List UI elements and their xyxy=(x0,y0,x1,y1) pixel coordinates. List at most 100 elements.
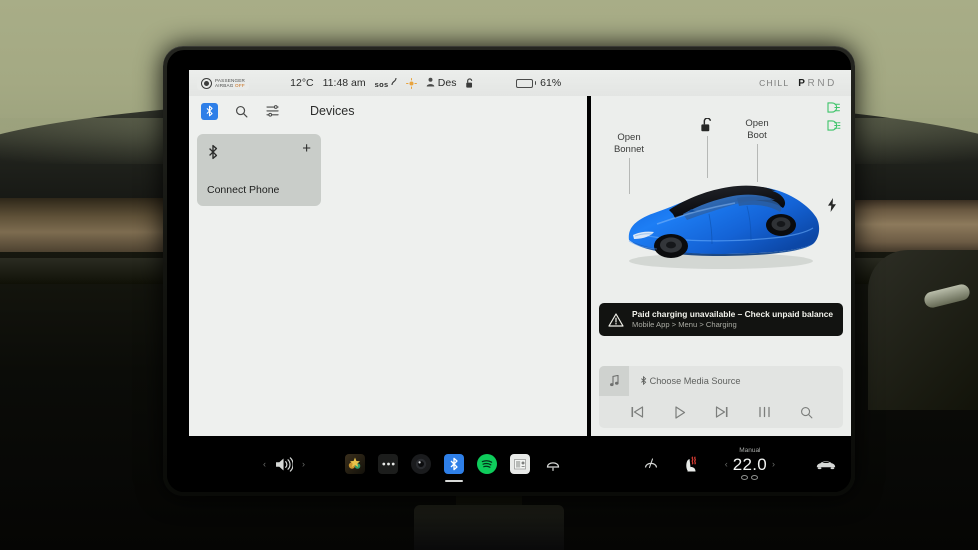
unlocked-padlock-icon[interactable] xyxy=(700,118,713,133)
seat-heater-right-indicator[interactable] xyxy=(751,474,759,480)
airbag-person-icon xyxy=(201,77,212,89)
rear-defrost-icon xyxy=(546,462,560,471)
temp-up-button[interactable]: › xyxy=(772,459,775,469)
equalizer-button[interactable] xyxy=(758,406,771,418)
dock-app-defrost[interactable] xyxy=(543,454,563,474)
volume-speaker-icon[interactable] xyxy=(275,456,293,472)
play-button[interactable] xyxy=(673,405,686,419)
sos-button[interactable]: sos xyxy=(375,77,397,89)
media-source-label: Choose Media Source xyxy=(649,376,741,386)
profile-person-icon xyxy=(426,77,435,87)
add-device-button[interactable]: + xyxy=(302,141,311,156)
tesla-touchscreen[interactable]: PASSENGER AIRBAG OFF 12°C 11:48 am sos D… xyxy=(167,50,851,492)
car-interior-photo: PASSENGER AIRBAG OFF 12°C 11:48 am sos D… xyxy=(0,0,978,550)
seat-heater-left-indicator[interactable] xyxy=(741,474,749,480)
status-bar-right: 61% CHILL PRND xyxy=(515,77,837,89)
airbag-off-label: OFF xyxy=(235,83,245,88)
fog-light-icon xyxy=(827,120,841,131)
heated-seat-icon xyxy=(686,456,696,471)
next-track-button[interactable] xyxy=(715,406,729,418)
seat-heater-button[interactable] xyxy=(683,456,699,473)
battery-cap xyxy=(534,81,537,85)
seat-heater-indicators xyxy=(741,474,759,480)
drive-mode-label[interactable]: CHILL xyxy=(759,78,789,88)
car-front-icon xyxy=(816,460,836,469)
dock-app-bluetooth[interactable] xyxy=(444,454,464,482)
battery-icon xyxy=(515,78,533,88)
toybox-icon xyxy=(348,457,361,469)
search-icon xyxy=(235,105,247,117)
open-bonnet-line2: Bonnet xyxy=(613,143,645,155)
vehicle-image[interactable] xyxy=(613,162,831,272)
battery-indicator[interactable]: 61% xyxy=(515,77,562,89)
bluetooth-icon xyxy=(641,375,647,386)
brightness-sun-icon[interactable] xyxy=(405,77,417,89)
dock-app-dashcam[interactable] xyxy=(411,454,431,474)
vehicle-status-panel: Open Bonnet Open Boot Paid charging unav… xyxy=(591,96,851,436)
bottom-dock: ‹ › Manual ‹ 22.0 › xyxy=(167,436,851,492)
volume-up-button[interactable]: › xyxy=(302,459,305,469)
temperature-value: 22.0 xyxy=(732,454,767,474)
bluetooth-toggle-button[interactable] xyxy=(201,102,218,120)
alert-banner[interactable]: Paid charging unavailable – Check unpaid… xyxy=(599,303,843,336)
devices-toolbar: Devices xyxy=(189,96,587,126)
climate-mode-label: Manual xyxy=(739,447,761,455)
dock-app-spotify[interactable] xyxy=(477,454,497,474)
temperature-control[interactable]: Manual ‹ 22.0 › xyxy=(725,448,775,480)
media-search-button[interactable] xyxy=(800,406,813,419)
open-bonnet-line1: Open xyxy=(617,132,641,143)
open-boot-line1: Open xyxy=(745,118,769,129)
list-filter-icon xyxy=(266,105,279,117)
gear-selector-indicator: PRND xyxy=(798,77,837,89)
tunein-radio-icon xyxy=(514,459,526,470)
wiper-icon xyxy=(644,458,657,469)
bluetooth-icon xyxy=(450,457,458,471)
volume-control[interactable]: ‹ › xyxy=(263,456,305,472)
airbag-label-line2: AIRBAG OFF xyxy=(215,83,245,88)
album-art-placeholder xyxy=(599,366,629,396)
filter-button[interactable] xyxy=(264,102,282,120)
media-header: Choose Media Source xyxy=(599,366,843,396)
panel-title: Devices xyxy=(310,104,355,118)
charge-bolt-icon xyxy=(828,198,836,212)
dock-app-tunein[interactable] xyxy=(510,454,530,474)
climate-controls: Manual ‹ 22.0 › xyxy=(643,448,837,480)
warning-triangle-icon xyxy=(608,312,624,327)
clock[interactable]: 11:48 am xyxy=(323,77,366,89)
search-button[interactable] xyxy=(232,102,250,120)
alert-subtitle: Mobile App > Menu > Charging xyxy=(632,320,737,329)
air-vent-left xyxy=(0,258,175,284)
media-controls xyxy=(599,396,843,428)
driver-profile[interactable]: Des xyxy=(426,77,457,89)
previous-track-button[interactable] xyxy=(630,406,644,418)
car-controls-button[interactable] xyxy=(815,458,837,471)
wiper-button[interactable] xyxy=(643,457,659,471)
dock-app-more[interactable] xyxy=(378,454,398,474)
dock-app-toybox[interactable] xyxy=(345,454,365,474)
media-source-selector[interactable]: Choose Media Source xyxy=(629,375,741,386)
music-note-icon xyxy=(609,375,619,387)
lock-status-icon[interactable] xyxy=(465,77,474,89)
bluetooth-icon xyxy=(209,144,218,160)
driver-profile-name: Des xyxy=(437,77,457,89)
center-console xyxy=(414,505,564,550)
dashboard-wood-trim-left xyxy=(0,198,180,260)
more-dots-icon xyxy=(381,462,395,466)
open-bonnet-callout[interactable]: Open Bonnet xyxy=(603,132,655,155)
media-mini-player[interactable]: Choose Media Source xyxy=(599,366,843,428)
open-boot-callout[interactable]: Open Boot xyxy=(731,118,783,141)
door-panel-right xyxy=(868,250,978,410)
light-indicators xyxy=(826,102,841,131)
battery-percent-label: 61% xyxy=(540,77,562,89)
dock-app-list xyxy=(345,454,563,482)
spotify-icon xyxy=(481,460,493,468)
outside-temperature: 12°C xyxy=(290,77,314,89)
bluetooth-icon xyxy=(206,105,213,117)
passenger-airbag-indicator: PASSENGER AIRBAG OFF xyxy=(197,76,250,90)
temp-down-button[interactable]: ‹ xyxy=(725,459,728,469)
status-bar: PASSENGER AIRBAG OFF 12°C 11:48 am sos D… xyxy=(189,70,851,96)
volume-down-button[interactable]: ‹ xyxy=(263,459,266,469)
touchscreen-bezel: PASSENGER AIRBAG OFF 12°C 11:48 am sos D… xyxy=(163,46,855,496)
connect-phone-card[interactable]: + Connect Phone xyxy=(197,134,321,206)
charge-port-indicator[interactable] xyxy=(827,198,837,215)
